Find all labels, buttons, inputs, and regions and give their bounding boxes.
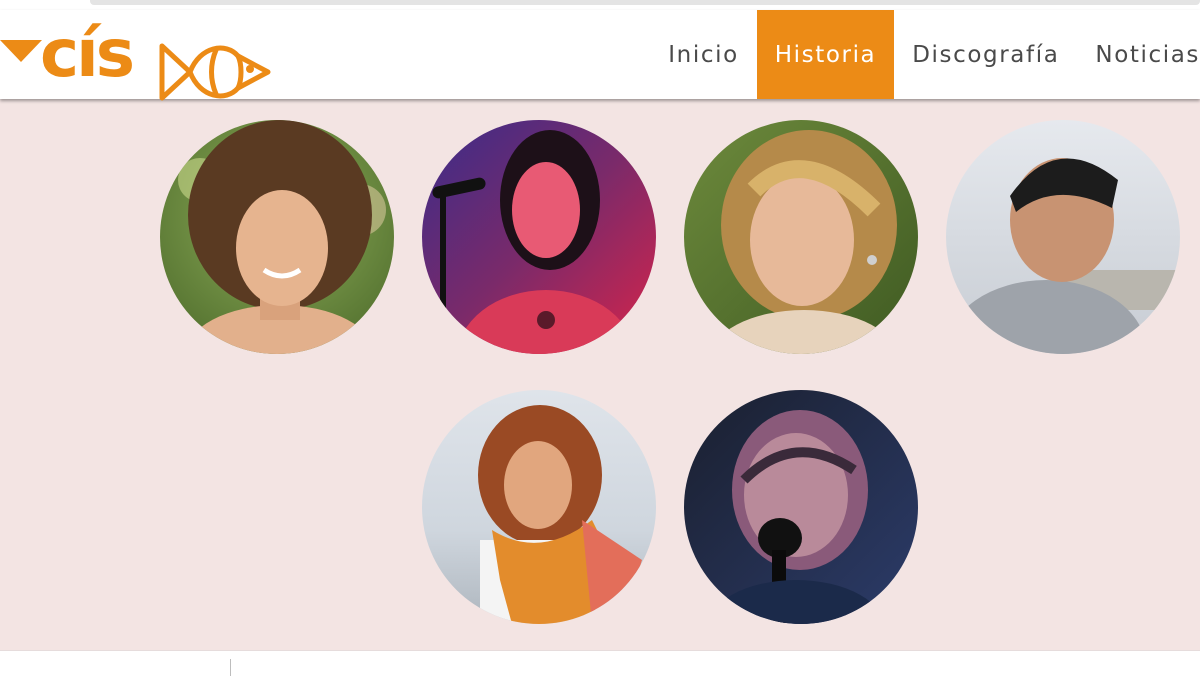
member-photo[interactable] xyxy=(946,120,1180,354)
nav-item-inicio[interactable]: Inicio xyxy=(650,10,756,99)
footer-divider xyxy=(230,659,231,676)
logo-wordmark: cís xyxy=(40,15,135,92)
member-photo[interactable] xyxy=(684,120,918,354)
footer-strip xyxy=(0,650,1200,676)
nav-item-discografia[interactable]: Discografía xyxy=(894,10,1077,99)
nav-item-noticias[interactable]: Noticias xyxy=(1077,10,1200,99)
site-logo[interactable]: cís xyxy=(0,14,280,101)
main-nav: Inicio Historia Discografía Noticias xyxy=(650,10,1200,99)
browser-tab-bar xyxy=(90,0,1200,5)
triangle-mark-icon xyxy=(0,40,42,62)
member-photo[interactable] xyxy=(684,390,918,624)
member-photo[interactable] xyxy=(422,390,656,624)
site-header: cís Inicio Historia Discografía Noticias xyxy=(0,10,1200,101)
fish-outline-icon xyxy=(159,43,271,101)
browser-top-strip xyxy=(0,0,1200,10)
member-photo[interactable] xyxy=(422,120,656,354)
member-photo[interactable] xyxy=(160,120,394,354)
nav-item-historia[interactable]: Historia xyxy=(756,10,895,99)
